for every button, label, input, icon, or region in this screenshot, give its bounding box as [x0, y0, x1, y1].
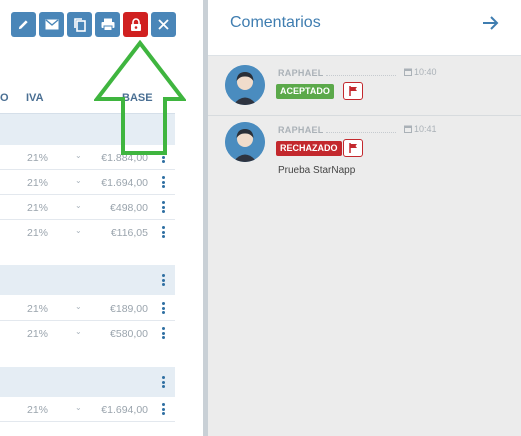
status-badge: RECHAZADO	[276, 141, 342, 156]
avatar	[225, 65, 265, 105]
comment-author: RAPHAEL	[278, 125, 324, 135]
annotation-arrow-icon	[94, 40, 186, 155]
close-button[interactable]	[151, 12, 176, 37]
comment-time: 10:41	[404, 124, 437, 134]
pencil-icon	[17, 18, 30, 31]
calendar-icon	[404, 125, 412, 133]
printer-icon	[101, 18, 115, 31]
iva-cell: 21%	[27, 404, 49, 416]
avatar	[225, 122, 265, 162]
lock-button[interactable]	[123, 12, 148, 37]
duplicate-button[interactable]	[67, 12, 92, 37]
table-row: 21% ⌄ €116,05	[0, 220, 175, 245]
comment-time: 10:40	[404, 67, 437, 77]
iva-cell: 21%	[27, 177, 49, 189]
base-cell: €116,05	[110, 227, 148, 239]
group-menu-icon[interactable]	[162, 376, 165, 388]
base-cell: €1.694,00	[101, 404, 148, 416]
group-header	[0, 265, 175, 295]
chevron-down-icon[interactable]: ⌄	[75, 226, 82, 235]
base-cell: €189,00	[110, 303, 148, 315]
app-root: O IVA BASE 21% ⌄ €1.884,00 21% ⌄ €1.694,…	[0, 0, 521, 436]
email-button[interactable]	[39, 12, 64, 37]
iva-cell: 21%	[27, 202, 49, 214]
flag-button[interactable]	[343, 139, 363, 157]
chevron-down-icon[interactable]: ⌄	[75, 176, 82, 185]
chevron-down-icon[interactable]: ⌄	[75, 403, 82, 412]
comment-text: Prueba StarNapp	[278, 165, 356, 176]
print-button[interactable]	[95, 12, 120, 37]
time-text: 10:41	[414, 124, 437, 134]
iva-cell: 21%	[27, 303, 49, 315]
chevron-down-icon[interactable]: ⌄	[75, 302, 82, 311]
group-header	[0, 367, 175, 397]
panel-title: Comentarios	[230, 14, 321, 31]
status-badge: ACEPTADO	[276, 84, 334, 99]
flag-icon	[348, 86, 357, 96]
dotted-divider	[326, 132, 396, 133]
chevron-down-icon[interactable]: ⌄	[75, 327, 82, 336]
invoice-lines-panel: O IVA BASE 21% ⌄ €1.884,00 21% ⌄ €1.694,…	[0, 0, 203, 436]
envelope-icon	[45, 19, 59, 30]
arrow-right-icon[interactable]	[481, 14, 499, 37]
group-menu-icon[interactable]	[162, 274, 165, 286]
comment-item: RAPHAEL 10:41 RECHAZADO Prueba StarNapp	[208, 114, 521, 184]
chevron-down-icon[interactable]: ⌄	[75, 201, 82, 210]
dotted-divider	[326, 75, 396, 76]
close-icon	[158, 19, 169, 30]
row-menu-icon[interactable]	[162, 201, 165, 213]
base-cell: €498,00	[110, 202, 148, 214]
comment-author: RAPHAEL	[278, 68, 324, 78]
row-menu-icon[interactable]	[162, 302, 165, 314]
edit-button[interactable]	[11, 12, 36, 37]
column-header-iva: IVA	[26, 92, 44, 104]
comment-item: RAPHAEL 10:40 ACEPTADO	[208, 57, 521, 116]
row-menu-icon[interactable]	[162, 327, 165, 339]
iva-cell: 21%	[27, 152, 49, 164]
flag-button[interactable]	[343, 82, 363, 100]
comments-panel: Comentarios RAPHAEL 10:40 ACEPTADO RAPHA…	[208, 0, 521, 436]
table-row: 21% ⌄ €1.694,00	[0, 397, 175, 422]
table-row: 21% ⌄ €498,00	[0, 195, 175, 220]
flag-icon	[348, 143, 357, 153]
iva-cell: 21%	[27, 328, 49, 340]
iva-cell: 21%	[27, 227, 49, 239]
action-toolbar	[11, 12, 176, 37]
copy-icon	[73, 17, 86, 32]
comments-header: Comentarios	[208, 0, 521, 56]
column-header-cut: O	[0, 92, 9, 104]
chevron-down-icon[interactable]: ⌄	[75, 151, 82, 160]
base-cell: €1.694,00	[101, 177, 148, 189]
table-row: 21% ⌄ €189,00	[0, 296, 175, 321]
time-text: 10:40	[414, 67, 437, 77]
row-menu-icon[interactable]	[162, 176, 165, 188]
row-menu-icon[interactable]	[162, 226, 165, 238]
base-cell: €580,00	[110, 328, 148, 340]
calendar-icon	[404, 68, 412, 76]
table-row: 21% ⌄ €580,00	[0, 321, 175, 346]
lock-icon	[130, 17, 142, 32]
table-row: 21% ⌄ €1.694,00	[0, 170, 175, 195]
row-menu-icon[interactable]	[162, 403, 165, 415]
